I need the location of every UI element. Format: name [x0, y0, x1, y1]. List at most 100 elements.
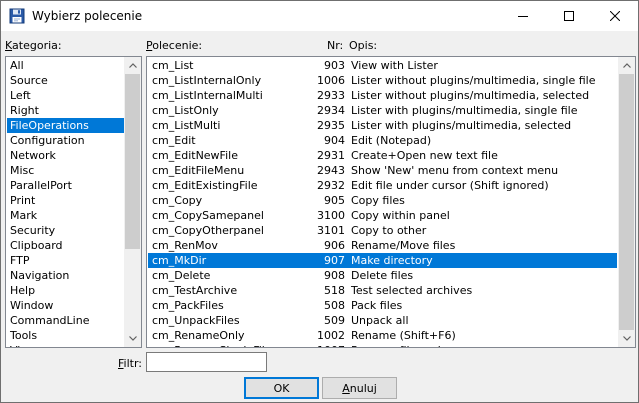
command-list-row[interactable]: cm_ListInternalOnly 1006 Lister without pl…	[148, 73, 617, 88]
window-title: Wybierz polecenie	[32, 9, 143, 23]
filter-label: Filtr:	[118, 357, 142, 370]
command-list-row[interactable]: cm_Copy 905 Copy files	[148, 193, 617, 208]
category-list-item[interactable]: Configuration	[7, 133, 124, 148]
command-number: 3100	[317, 209, 345, 222]
close-button[interactable]	[592, 1, 638, 31]
command-description: Copy within panel	[351, 209, 450, 222]
command-list-row[interactable]: cm_PackFiles 508 Pack files	[148, 298, 617, 313]
command-description: Delete files	[351, 269, 414, 282]
maximize-button[interactable]	[546, 1, 592, 31]
minimize-button[interactable]	[500, 1, 546, 31]
category-scroll-up-button[interactable]	[124, 57, 141, 74]
command-name: cm_Copy	[152, 194, 203, 207]
command-description: Rename file under cursor	[351, 343, 490, 347]
command-name: cm_TestArchive	[152, 284, 238, 297]
command-description: Lister without plugins/multimedia, selec…	[351, 89, 590, 102]
command-number: 2935	[317, 119, 345, 132]
title-bar[interactable]: Wybierz polecenie	[1, 1, 638, 31]
category-list[interactable]: All Source Left Right FileOperations Configur…	[5, 56, 142, 348]
command-list[interactable]: cm_List 903 View with Lister cm_ListInterna…	[146, 56, 636, 348]
command-description: Lister with plugins/multimedia, selected	[351, 119, 572, 132]
category-list-item[interactable]: Navigation	[7, 268, 124, 283]
category-list-item[interactable]: View	[7, 343, 124, 347]
category-list-item[interactable]: Left	[7, 88, 124, 103]
category-list-item[interactable]: Misc	[7, 163, 124, 178]
command-description: Lister without plugins/multimedia, singl…	[351, 74, 596, 87]
command-list-row[interactable]: cm_EditExistingFile 2932 Edit file under c…	[148, 178, 617, 193]
category-scroll-down-button[interactable]	[124, 330, 141, 347]
category-list-item[interactable]: Mark	[7, 208, 124, 223]
command-description: Make directory	[351, 254, 433, 267]
command-list-row[interactable]: cm_ListMulti 2935 Lister with plugins/mult…	[148, 118, 617, 133]
cancel-button-accel: A	[342, 381, 350, 395]
command-number: 509	[324, 314, 345, 327]
command-name: cm_UnpackFiles	[152, 314, 240, 327]
select-command-dialog: Wybierz polecenie Kategoria: Polecenie: …	[0, 0, 639, 403]
command-list-row[interactable]: cm_EditNewFile 2931 Create+Open new text f…	[148, 148, 617, 163]
command-list-row[interactable]: cm_EditFileMenu 2943 Show 'New' menu from …	[148, 163, 617, 178]
command-description: Pack files	[351, 299, 403, 312]
command-description: Unpack all	[351, 314, 409, 327]
category-list-item[interactable]: Security	[7, 223, 124, 238]
command-number: 1007	[317, 343, 345, 347]
filter-input[interactable]	[146, 352, 267, 372]
command-scroll-thumb[interactable]	[619, 74, 634, 330]
command-description: Edit file under cursor (Shift ignored)	[351, 179, 549, 192]
command-list-row[interactable]: cm_ListInternalMulti 2933 Lister without p…	[148, 88, 617, 103]
category-list-item[interactable]: Tools	[7, 328, 124, 343]
command-scrollbar[interactable]	[618, 57, 635, 347]
command-name: cm_List	[152, 59, 194, 72]
command-number: 905	[324, 194, 345, 207]
category-label-accel: K	[5, 39, 13, 52]
category-list-item[interactable]: ParallelPort	[7, 178, 124, 193]
category-list-item[interactable]: FileOperations	[7, 118, 124, 133]
category-scrollbar[interactable]	[124, 57, 141, 347]
category-list-item[interactable]: Network	[7, 148, 124, 163]
command-list-row[interactable]: cm_CopySamepanel 3100 Copy within panel	[148, 208, 617, 223]
command-name: cm_Delete	[152, 269, 211, 282]
command-description: Copy files	[351, 194, 405, 207]
category-list-item[interactable]: CommandLine	[7, 313, 124, 328]
command-name: cm_CopyOtherpanel	[152, 224, 264, 237]
command-list-row[interactable]: cm_Edit 904 Edit (Notepad)	[148, 133, 617, 148]
command-number: 904	[324, 134, 345, 147]
category-list-item[interactable]: All	[7, 58, 124, 73]
command-list-row[interactable]: cm_Delete 908 Delete files	[148, 268, 617, 283]
command-number: 1006	[317, 74, 345, 87]
category-list-item[interactable]: Help	[7, 283, 124, 298]
ok-button-label: OK	[273, 381, 290, 395]
close-icon	[610, 11, 620, 21]
command-label-text: olecenie:	[152, 39, 203, 52]
category-list-item[interactable]: Source	[7, 73, 124, 88]
command-list-row[interactable]: cm_RenMov 906 Rename/Move files	[148, 238, 617, 253]
command-list-row[interactable]: cm_List 903 View with Lister	[148, 58, 617, 73]
category-label-text: ategoria:	[12, 39, 62, 52]
command-list-row[interactable]: cm_UnpackFiles 509 Unpack all	[148, 313, 617, 328]
command-list-row[interactable]: cm_RenameOnly 1002 Rename (Shift+F6)	[148, 328, 617, 343]
category-list-item[interactable]: Right	[7, 103, 124, 118]
command-list-row[interactable]: cm_MkDir 907 Make directory	[148, 253, 617, 268]
category-list-item[interactable]: FTP	[7, 253, 124, 268]
category-list-item[interactable]: Window	[7, 298, 124, 313]
command-description: View with Lister	[351, 59, 438, 72]
command-name: cm_ListOnly	[152, 104, 219, 117]
minimize-icon	[518, 16, 528, 17]
cancel-button[interactable]: Anuluj	[322, 377, 397, 399]
command-list-row[interactable]: cm_TestArchive 518 Test selected archives	[148, 283, 617, 298]
category-list-item[interactable]: Clipboard	[7, 238, 124, 253]
command-list-row[interactable]: cm_CopyOtherpanel 3101 Copy to other	[148, 223, 617, 238]
command-name: cm_RenameSingleFile	[152, 343, 272, 347]
command-scroll-down-button[interactable]	[618, 330, 635, 347]
command-number: 903	[324, 59, 345, 72]
command-name: cm_Edit	[152, 134, 196, 147]
command-list-row[interactable]: cm_ListOnly 2934 Lister with plugins/multi…	[148, 103, 617, 118]
category-scroll-thumb[interactable]	[125, 74, 140, 249]
ok-button[interactable]: OK	[244, 377, 319, 399]
command-description: Test selected archives	[351, 284, 473, 297]
command-description: Edit (Notepad)	[351, 134, 432, 147]
category-list-item[interactable]: Print	[7, 193, 124, 208]
command-name: cm_EditExistingFile	[152, 179, 258, 192]
command-list-row[interactable]: cm_RenameSingleFile 1007 Rename file under…	[148, 343, 617, 347]
command-name: cm_RenMov	[152, 239, 218, 252]
command-scroll-up-button[interactable]	[618, 57, 635, 74]
